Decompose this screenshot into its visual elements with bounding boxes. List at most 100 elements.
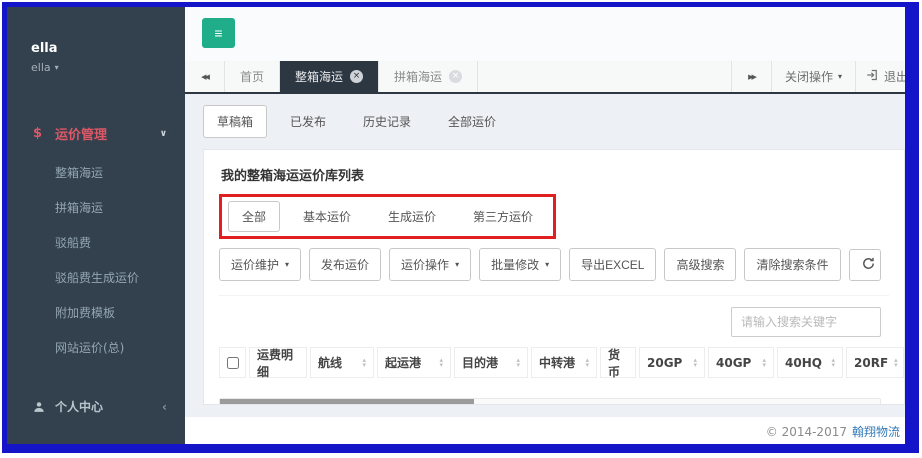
caret-down-icon: ▾ xyxy=(285,260,290,269)
tab-history[interactable]: 历史记录 xyxy=(349,105,425,138)
close-operations-label: 关闭操作 xyxy=(784,70,833,84)
button-label: 运价维护 xyxy=(231,258,280,272)
user-name: ella xyxy=(31,41,58,56)
select-all-checkbox[interactable] xyxy=(226,356,239,369)
advanced-search-button[interactable]: 高级搜索 xyxy=(664,248,737,281)
sidebar-subitem-fcl-ocean[interactable]: 整箱海运 xyxy=(7,155,185,190)
close-tab-icon[interactable]: × xyxy=(449,70,463,83)
caret-down-icon: ▾ xyxy=(54,63,59,72)
sidebar-menu: $ 运价管理 ∨ 整箱海运 拼箱海运 驳船费 驳船费生成运价 附加费模板 网站运… xyxy=(7,90,185,446)
close-tab-icon[interactable]: × xyxy=(350,70,364,83)
column-header-freight-detail: 运费明细 xyxy=(249,347,307,379)
table-tools-group: ≡ ▾ xyxy=(848,248,881,281)
column-label: 航线 xyxy=(318,356,343,370)
user-dropdown[interactable]: ella ▾ xyxy=(31,61,185,74)
sort-icon[interactable]: ▴ ▾ xyxy=(894,356,898,368)
search-row xyxy=(219,295,889,347)
publish-rate-button[interactable]: 发布运价 xyxy=(309,248,382,281)
tab-label: 首页 xyxy=(240,70,265,84)
batch-edit-dropdown[interactable]: 批量修改 ▾ xyxy=(479,248,562,281)
sidebar-item-personal-center[interactable]: 个人中心 ‹ xyxy=(7,387,185,426)
scrollbar-thumb[interactable] xyxy=(220,399,475,404)
sort-icon[interactable]: ▴ ▾ xyxy=(693,356,697,368)
view-tabs: 草稿箱 已发布 历史记录 全部运价 xyxy=(203,105,905,138)
column-label: 40HQ xyxy=(785,355,822,370)
column-header-transit-port[interactable]: 中转港 ▴ ▾ xyxy=(531,347,597,378)
sidebar: ella ella ▾ $ 运价管理 ∨ 整箱海运 拼箱海运 驳船费 驳船费生成… xyxy=(7,7,185,446)
column-header-20rf[interactable]: 20RF ▴ ▾ xyxy=(846,347,904,378)
column-header-20gp[interactable]: 20GP ▴ ▾ xyxy=(639,347,705,378)
column-header-destination-port[interactable]: 目的港 ▴ ▾ xyxy=(454,347,528,378)
column-header-currency: 货币 xyxy=(600,347,636,379)
sort-icon[interactable]: ▴ ▾ xyxy=(516,356,520,368)
chevron-left-icon: ‹ xyxy=(162,399,167,414)
sort-icon[interactable]: ▴ ▾ xyxy=(831,356,835,368)
column-header-40hq[interactable]: 40HQ ▴ ▾ xyxy=(777,347,843,378)
column-header-origin-port[interactable]: 起运港 ▴ ▾ xyxy=(377,347,451,378)
toolbar: 运价维护 ▾ 发布运价 运价操作 ▾ 批量修改 ▾ 导出EXCEL 高级搜索 清… xyxy=(219,248,889,281)
annotation-highlight-box: 全部 基本运价 生成运价 第三方运价 xyxy=(219,194,557,239)
column-header-40gp[interactable]: 40GP ▴ ▾ xyxy=(708,347,774,378)
filter-tab-generated-rates[interactable]: 生成运价 xyxy=(374,201,450,232)
main-area: ≡ ◀◀ 首页 整箱海运 × 拼箱海运 × ▶▶ 关闭操作 ▾ 退出 草稿箱 已… xyxy=(185,7,918,446)
user-dropdown-label: ella xyxy=(31,61,51,74)
filter-tab-thirdparty-rates[interactable]: 第三方运价 xyxy=(459,201,547,232)
sidebar-item-rate-management[interactable]: $ 运价管理 ∨ xyxy=(7,114,185,153)
sidebar-subitem-lcl-ocean[interactable]: 拼箱海运 xyxy=(7,190,185,225)
tab-published[interactable]: 已发布 xyxy=(276,105,340,138)
column-label: 起运港 xyxy=(385,356,422,370)
sidebar-subitem-website-rates[interactable]: 网站运价(总) xyxy=(7,330,185,365)
screenshot-stage: ella ella ▾ $ 运价管理 ∨ 整箱海运 拼箱海运 驳船费 驳船费生成… xyxy=(0,0,922,458)
column-label: 运费明细 xyxy=(257,347,294,379)
chevron-down-icon: ∨ xyxy=(159,128,167,139)
caret-down-icon: ▾ xyxy=(545,260,550,269)
button-label: 批量修改 xyxy=(491,258,540,272)
app-window: ella ella ▾ $ 运价管理 ∨ 整箱海运 拼箱海运 驳船费 驳船费生成… xyxy=(7,7,918,446)
rate-management-submenu: 整箱海运 拼箱海运 驳船费 驳船费生成运价 附加费模板 网站运价(总) xyxy=(7,153,185,371)
sidebar-toggle-button[interactable]: ≡ xyxy=(202,18,235,48)
tab-bar: ◀◀ 首页 整箱海运 × 拼箱海运 × ▶▶ 关闭操作 ▾ 退出 xyxy=(185,61,918,94)
sort-icon[interactable]: ▴ ▾ xyxy=(439,356,443,368)
rate-maintain-dropdown[interactable]: 运价维护 ▾ xyxy=(219,248,302,281)
filter-tab-all[interactable]: 全部 xyxy=(228,201,281,232)
sidebar-subitem-barge-fee[interactable]: 驳船费 xyxy=(7,225,185,260)
scroll-tabs-right-button[interactable]: ▶▶ xyxy=(730,61,771,92)
refresh-button[interactable] xyxy=(849,249,881,280)
sort-icon[interactable]: ▴ ▾ xyxy=(362,356,366,368)
sidebar-subitem-surcharge-template[interactable]: 附加费模板 xyxy=(7,295,185,330)
column-label: 40GP xyxy=(716,355,752,370)
company-link[interactable]: 翰翔物流 xyxy=(852,423,900,440)
sort-icon[interactable]: ▴ ▾ xyxy=(585,356,589,368)
export-excel-button[interactable]: 导出EXCEL xyxy=(569,248,657,281)
sidebar-subitem-barge-fee-generated[interactable]: 驳船费生成运价 xyxy=(7,260,185,295)
column-label: 20RF xyxy=(854,355,889,370)
tab-drafts[interactable]: 草稿箱 xyxy=(203,105,268,138)
sidebar-item-label: 运价管理 xyxy=(55,128,108,143)
tab-all-rates[interactable]: 全部运价 xyxy=(434,105,510,138)
footer: © 2014-2017 翰翔物流 xyxy=(185,417,918,446)
logout-label: 退出 xyxy=(883,70,908,84)
filter-tab-basic-rates[interactable]: 基本运价 xyxy=(289,201,365,232)
logout-button[interactable]: 退出 xyxy=(854,61,918,92)
dollar-icon: $ xyxy=(33,126,43,141)
sidebar-item-basic-info[interactable]: i 基础信息 ‹ xyxy=(7,432,185,447)
panel-title: 我的整箱海运运价库列表 xyxy=(221,169,365,184)
tab-home[interactable]: 首页 xyxy=(225,61,281,92)
horizontal-scrollbar[interactable] xyxy=(219,398,881,404)
top-header: ≡ xyxy=(185,7,918,61)
tab-lcl-ocean[interactable]: 拼箱海运 × xyxy=(379,61,479,92)
user-panel: ella ella ▾ xyxy=(7,7,185,90)
tab-label: 整箱海运 xyxy=(295,70,344,84)
button-label: 导出EXCEL xyxy=(581,258,645,272)
search-input[interactable] xyxy=(731,307,881,337)
sort-icon[interactable]: ▴ ▾ xyxy=(762,356,766,368)
tab-label: 拼箱海运 xyxy=(394,70,443,84)
table-header-row: 运费明细 航线 ▴ ▾ 起运港 ▴ ▾ 目的港 ▴ ▾ 中转港 ▴ ▾ 货币 2… xyxy=(219,347,904,379)
clear-search-button[interactable]: 清除搜索条件 xyxy=(744,248,841,281)
scroll-tabs-left-button[interactable]: ◀◀ xyxy=(185,61,225,92)
rate-operations-dropdown[interactable]: 运价操作 ▾ xyxy=(389,248,472,281)
tab-fcl-ocean[interactable]: 整箱海运 × xyxy=(280,61,380,92)
close-operations-dropdown[interactable]: 关闭操作 ▾ xyxy=(770,61,855,92)
tabbar-spacer xyxy=(478,61,731,92)
column-header-route[interactable]: 航线 ▴ ▾ xyxy=(310,347,374,378)
